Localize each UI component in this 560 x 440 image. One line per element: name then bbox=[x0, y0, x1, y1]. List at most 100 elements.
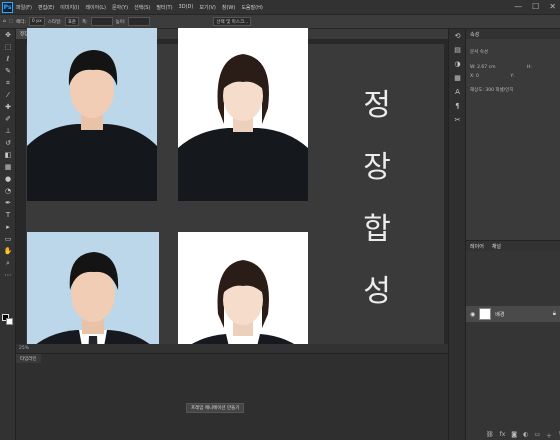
x-label: X: bbox=[470, 74, 475, 79]
pen-tool-icon[interactable]: ✒ bbox=[0, 197, 16, 209]
timeline-tab[interactable]: 타임라인 bbox=[16, 354, 41, 363]
properties-panel-header: 속성 bbox=[466, 29, 560, 39]
more-tools-icon[interactable]: ⋯ bbox=[0, 269, 16, 281]
background-color-swatch[interactable] bbox=[6, 318, 13, 325]
menu-select[interactable]: 선택(S) bbox=[134, 4, 150, 11]
menu-window[interactable]: 창(W) bbox=[222, 4, 235, 11]
photoshop-logo: Ps bbox=[2, 1, 13, 13]
type-tool-icon[interactable]: T bbox=[0, 209, 16, 221]
id-photo-male-casual bbox=[27, 28, 157, 201]
doc-properties-label: 문서 속성 bbox=[470, 50, 488, 55]
crop-tool-icon[interactable]: ⌗ bbox=[0, 77, 16, 89]
zoom-tool-icon[interactable]: ⌕ bbox=[0, 257, 16, 269]
title-char: 성 bbox=[363, 274, 391, 309]
visibility-eye-icon[interactable]: ◉ bbox=[470, 311, 475, 318]
id-photo-female-casual bbox=[178, 28, 308, 201]
hand-tool-icon[interactable]: ✋ bbox=[0, 245, 16, 257]
height-label: 높이: bbox=[115, 19, 126, 25]
path-select-tool-icon[interactable]: ▸ bbox=[0, 221, 16, 233]
menu-help[interactable]: 도움말(H) bbox=[241, 4, 262, 11]
layer-name: 배경 bbox=[495, 311, 505, 318]
position-row: X: 0 Y: bbox=[466, 72, 560, 81]
layers-panel-header: 레이어 채널 bbox=[466, 241, 560, 251]
lasso-tool-icon[interactable]: ℓ bbox=[0, 53, 16, 65]
timeline-panel: 타임라인 bbox=[16, 353, 448, 440]
properties-icon[interactable]: ▤ bbox=[449, 43, 466, 57]
blur-tool-icon[interactable]: ● bbox=[0, 173, 16, 185]
layer-style-icon[interactable]: fx bbox=[500, 431, 506, 440]
menu-layer[interactable]: 레이어(L) bbox=[85, 4, 106, 11]
menu-image[interactable]: 이미지(I) bbox=[60, 4, 79, 11]
select-mask-button[interactable]: 선택 및 마스크... bbox=[213, 17, 252, 26]
feather-input[interactable]: 0 px bbox=[28, 17, 45, 26]
panel-dock: ⟲ ▤ ◑ ▦ A ¶ ✂ bbox=[448, 29, 465, 440]
layers-tab[interactable]: 레이어 bbox=[470, 243, 484, 250]
adjustments-icon[interactable]: ◑ bbox=[449, 57, 466, 71]
paragraph-icon[interactable]: ¶ bbox=[449, 99, 466, 113]
width-value[interactable]: 2.67 cm bbox=[477, 65, 495, 70]
link-layers-icon[interactable]: ⛓ bbox=[486, 431, 494, 440]
width-label: 폭: bbox=[81, 19, 88, 25]
feather-label: 페더: bbox=[16, 19, 26, 25]
title-char: 장 bbox=[363, 150, 391, 185]
properties-tab[interactable]: 속성 bbox=[470, 31, 479, 38]
maximize-icon[interactable]: ☐ bbox=[532, 2, 539, 11]
adjustment-layer-icon[interactable]: ◐ bbox=[523, 431, 528, 440]
options-bar: ⌂ ⬚ 페더: 0 px 스타일: 표준 폭: 높이: 선택 및 마스크... bbox=[0, 15, 560, 29]
layer-row[interactable]: ◉ 배경 🔒︎ bbox=[466, 306, 560, 322]
marquee-tool-icon[interactable]: ⬚ bbox=[0, 41, 16, 53]
menu-file[interactable]: 파일(F) bbox=[16, 4, 32, 11]
title-char: 정 bbox=[363, 88, 391, 123]
menu-type[interactable]: 문자(Y) bbox=[112, 4, 128, 11]
eraser-tool-icon[interactable]: ◧ bbox=[0, 149, 16, 161]
window-controls: — ☐ ✕ bbox=[514, 2, 556, 11]
clone-stamp-tool-icon[interactable]: ⊥ bbox=[0, 125, 16, 137]
quick-select-tool-icon[interactable]: ✎ bbox=[0, 65, 16, 77]
mask-icon[interactable]: ◙ bbox=[511, 431, 517, 440]
menu-3d[interactable]: 3D(D) bbox=[179, 4, 194, 10]
lock-icon: 🔒︎ bbox=[552, 310, 556, 317]
y-label: Y: bbox=[510, 74, 515, 79]
layers-panel: 레이어 채널 ◉ 배경 🔒︎ ⛓ fx ◙ ◐ ▭ ＋ 🗑︎ bbox=[466, 240, 560, 440]
width-label: W: bbox=[470, 65, 476, 70]
tools-panel: ✥ ⬚ ℓ ✎ ⌗ ⁄ ✚ ✐ ⊥ ↺ ◧ ▦ ● ◔ ✒ T ▸ ▭ ✋ ⌕ … bbox=[0, 29, 16, 440]
eyedropper-tool-icon[interactable]: ⁄ bbox=[0, 89, 16, 101]
marquee-tool-icon[interactable]: ⬚ bbox=[9, 19, 13, 24]
right-panel: 속성 문서 속성 W: 2.67 cm H: X: 0 Y: 해상도: 300 … bbox=[465, 29, 560, 440]
height-label: H: bbox=[526, 65, 532, 70]
menu-bar: Ps 파일(F) 편집(E) 이미지(I) 레이어(L) 문자(Y) 선택(S)… bbox=[0, 0, 560, 15]
home-icon[interactable]: ⌂ bbox=[3, 19, 6, 24]
gradient-tool-icon[interactable]: ▦ bbox=[0, 161, 16, 173]
new-group-icon[interactable]: ▭ bbox=[534, 431, 540, 440]
width-input[interactable] bbox=[90, 17, 113, 26]
channels-tab[interactable]: 채널 bbox=[492, 243, 501, 250]
menu-edit[interactable]: 편집(E) bbox=[38, 4, 54, 11]
dodge-tool-icon[interactable]: ◔ bbox=[0, 185, 16, 197]
zoom-readout: 25% bbox=[19, 346, 30, 351]
history-icon[interactable]: ⟲ bbox=[449, 29, 466, 43]
menu-filter[interactable]: 필터(T) bbox=[156, 4, 172, 11]
layer-thumbnail bbox=[479, 308, 492, 320]
healing-brush-tool-icon[interactable]: ✚ bbox=[0, 101, 16, 113]
minimize-icon[interactable]: — bbox=[514, 2, 522, 11]
new-layer-icon[interactable]: ＋ bbox=[546, 431, 552, 440]
swatches-icon[interactable]: ▦ bbox=[449, 71, 466, 85]
resolution-label: 해상도: 300 픽셀/인치 bbox=[470, 88, 514, 93]
rectangle-tool-icon[interactable]: ▭ bbox=[0, 233, 16, 245]
status-bar: 25% bbox=[16, 344, 448, 353]
x-value[interactable]: 0 bbox=[476, 74, 479, 79]
tool-presets-icon[interactable]: ✂ bbox=[449, 113, 466, 127]
layers-bottom-bar: ⛓ fx ◙ ◐ ▭ ＋ 🗑︎ bbox=[486, 431, 560, 440]
brush-tool-icon[interactable]: ✐ bbox=[0, 113, 16, 125]
move-tool-icon[interactable]: ✥ bbox=[0, 29, 16, 41]
size-row: W: 2.67 cm H: bbox=[466, 63, 560, 72]
history-brush-tool-icon[interactable]: ↺ bbox=[0, 137, 16, 149]
title-char: 합 bbox=[363, 212, 391, 247]
character-icon[interactable]: A bbox=[449, 85, 466, 99]
close-icon[interactable]: ✕ bbox=[549, 2, 556, 11]
menu-view[interactable]: 보기(V) bbox=[199, 4, 216, 11]
style-select[interactable]: 표준 bbox=[64, 17, 79, 26]
create-frame-animation-button[interactable]: 프레임 애니메이션 만들기 bbox=[186, 403, 245, 413]
vertical-title-text: 정 장 합 성 bbox=[342, 80, 412, 310]
height-input[interactable] bbox=[128, 17, 151, 26]
